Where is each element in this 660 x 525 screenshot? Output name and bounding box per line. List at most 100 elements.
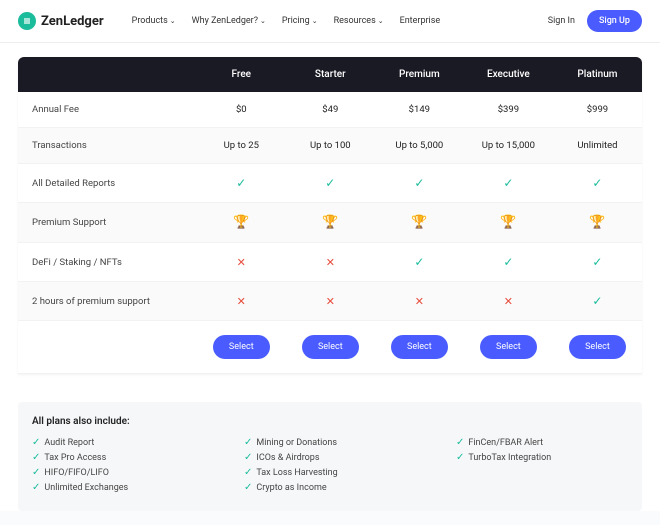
include-label: ICOs & Airdrops xyxy=(256,453,319,463)
table-row: TransactionsUp to 25Up to 100Up to 5,000… xyxy=(18,128,642,164)
cross-icon: ✕ xyxy=(326,256,335,269)
check-icon: ✓ xyxy=(32,452,40,463)
logo-icon xyxy=(18,12,36,30)
cell-value: ✓ xyxy=(286,164,375,203)
cell-value: ✕ xyxy=(197,282,286,321)
check-icon: ✓ xyxy=(414,176,424,190)
cell-value: ✕ xyxy=(286,282,375,321)
include-item: ✓FinCen/FBAR Alert xyxy=(456,437,628,448)
check-icon: ✓ xyxy=(592,294,602,308)
nav-links: Products⌄ Why ZenLedger?⌄ Pricing⌄ Resou… xyxy=(132,16,441,26)
include-item: ✓ Audit Report xyxy=(32,437,204,448)
cell-value: Up to 25 xyxy=(197,128,286,164)
select-button[interactable]: Select xyxy=(302,335,359,359)
include-column: ✓FinCen/FBAR Alert ✓ TurboTax Integration xyxy=(456,437,628,493)
check-icon: ✓ xyxy=(244,437,252,448)
logo[interactable]: ZenLedger xyxy=(18,12,104,30)
include-label: Tax Loss Harvesting xyxy=(256,468,337,478)
cell-value: 🏆 xyxy=(464,203,553,243)
cross-icon: ✕ xyxy=(415,295,424,308)
chevron-down-icon: ⌄ xyxy=(170,17,176,25)
cell-value: 🏆 xyxy=(375,203,464,243)
signin-link[interactable]: Sign In xyxy=(548,16,575,26)
signup-button[interactable]: Sign Up xyxy=(587,10,642,32)
cell-value: $399 xyxy=(464,92,553,128)
cell-value: ✕ xyxy=(286,243,375,282)
trophy-icon: 🏆 xyxy=(411,215,427,230)
cell-value: ✓ xyxy=(375,164,464,203)
select-button[interactable]: Select xyxy=(480,335,537,359)
include-label: TurboTax Integration xyxy=(468,453,551,463)
plan-header: Free xyxy=(197,57,286,92)
plan-header: Platinum xyxy=(553,57,642,92)
cross-icon: ✕ xyxy=(237,295,246,308)
nav-item-enterprise[interactable]: Enterprise xyxy=(400,16,441,26)
cell-value: 🏆 xyxy=(197,203,286,243)
cross-icon: ✕ xyxy=(326,295,335,308)
cell-value: $0 xyxy=(197,92,286,128)
trophy-icon: 🏆 xyxy=(233,215,249,230)
check-icon: ✓ xyxy=(244,452,252,463)
plans-include-title: All plans also include: xyxy=(32,416,628,427)
plan-header: Starter xyxy=(286,57,375,92)
cell-value: 🏆 xyxy=(286,203,375,243)
check-icon: ✓ xyxy=(236,176,246,190)
cell-value: ✓ xyxy=(464,164,553,203)
include-item: ✓Tax Loss Harvesting xyxy=(244,467,416,478)
cell-value: Unlimited xyxy=(553,128,642,164)
nav-right: Sign In Sign Up xyxy=(548,10,642,32)
include-item: ✓ HIFO/FIFO/LIFO xyxy=(32,467,204,478)
row-label: All Detailed Reports xyxy=(18,164,197,203)
cell-value: Up to 5,000 xyxy=(375,128,464,164)
cross-icon: ✕ xyxy=(504,295,513,308)
check-icon: ✓ xyxy=(592,255,602,269)
select-button[interactable]: Select xyxy=(213,335,270,359)
check-icon: ✓ xyxy=(325,176,335,190)
cell-value: ✓ xyxy=(375,243,464,282)
include-item: ✓Mining or Donations xyxy=(244,437,416,448)
plan-header: Executive xyxy=(464,57,553,92)
check-icon: ✓ xyxy=(503,176,513,190)
cell-value: ✓ xyxy=(553,243,642,282)
row-label: Annual Fee xyxy=(18,92,197,128)
row-label: Premium Support xyxy=(18,203,197,243)
include-label: Crypto as Income xyxy=(256,483,326,493)
header-empty xyxy=(18,57,197,92)
select-button[interactable]: Select xyxy=(391,335,448,359)
cell-value: $999 xyxy=(553,92,642,128)
nav-item-resources[interactable]: Resources⌄ xyxy=(334,16,384,26)
select-button[interactable]: Select xyxy=(569,335,626,359)
nav-item-products[interactable]: Products⌄ xyxy=(132,16,176,26)
check-icon: ✓ xyxy=(32,467,40,478)
table-row: DeFi / Staking / NFTs ✕ ✕ ✓ ✓ ✓ xyxy=(18,243,642,282)
include-item: ✓Tax Pro Access xyxy=(32,452,204,463)
trophy-icon: 🏆 xyxy=(589,215,605,230)
include-item: ✓Unlimited Exchanges xyxy=(32,482,204,493)
check-icon: ✓ xyxy=(32,437,40,448)
cell-value: 🏆 xyxy=(553,203,642,243)
check-icon: ✓ xyxy=(456,452,464,463)
table-row: All Detailed Reports ✓ ✓ ✓ ✓ ✓ xyxy=(18,164,642,203)
chevron-down-icon: ⌄ xyxy=(378,17,384,25)
cell-value: $149 xyxy=(375,92,464,128)
check-icon: ✓ xyxy=(244,482,252,493)
check-icon: ✓ xyxy=(503,255,513,269)
include-column: ✓Audit Report✓Tax Pro Access✓HIFO/FIFO/L… xyxy=(32,437,204,493)
top-nav: ZenLedger Products⌄ Why ZenLedger?⌄ Pric… xyxy=(0,0,660,43)
cell-value: ✓ xyxy=(553,164,642,203)
cell-value: Up to 100 xyxy=(286,128,375,164)
row-label: Transactions xyxy=(18,128,197,164)
table-row: Annual Fee$0$49$149$399$999 xyxy=(18,92,642,128)
nav-item-why[interactable]: Why ZenLedger?⌄ xyxy=(192,16,266,26)
cross-icon: ✕ xyxy=(237,256,246,269)
nav-item-pricing[interactable]: Pricing⌄ xyxy=(282,16,318,26)
include-label: HIFO/FIFO/LIFO xyxy=(44,468,109,478)
cell-value: ✓ xyxy=(197,164,286,203)
check-icon: ✓ xyxy=(414,255,424,269)
chevron-down-icon: ⌄ xyxy=(312,17,318,25)
row-label: 2 hours of premium support xyxy=(18,282,197,321)
include-item: ✓ TurboTax Integration xyxy=(456,452,628,463)
plans-include-panel: All plans also include: ✓Audit Report✓Ta… xyxy=(18,402,642,511)
include-label: Audit Report xyxy=(44,438,94,448)
row-label: DeFi / Staking / NFTs xyxy=(18,243,197,282)
